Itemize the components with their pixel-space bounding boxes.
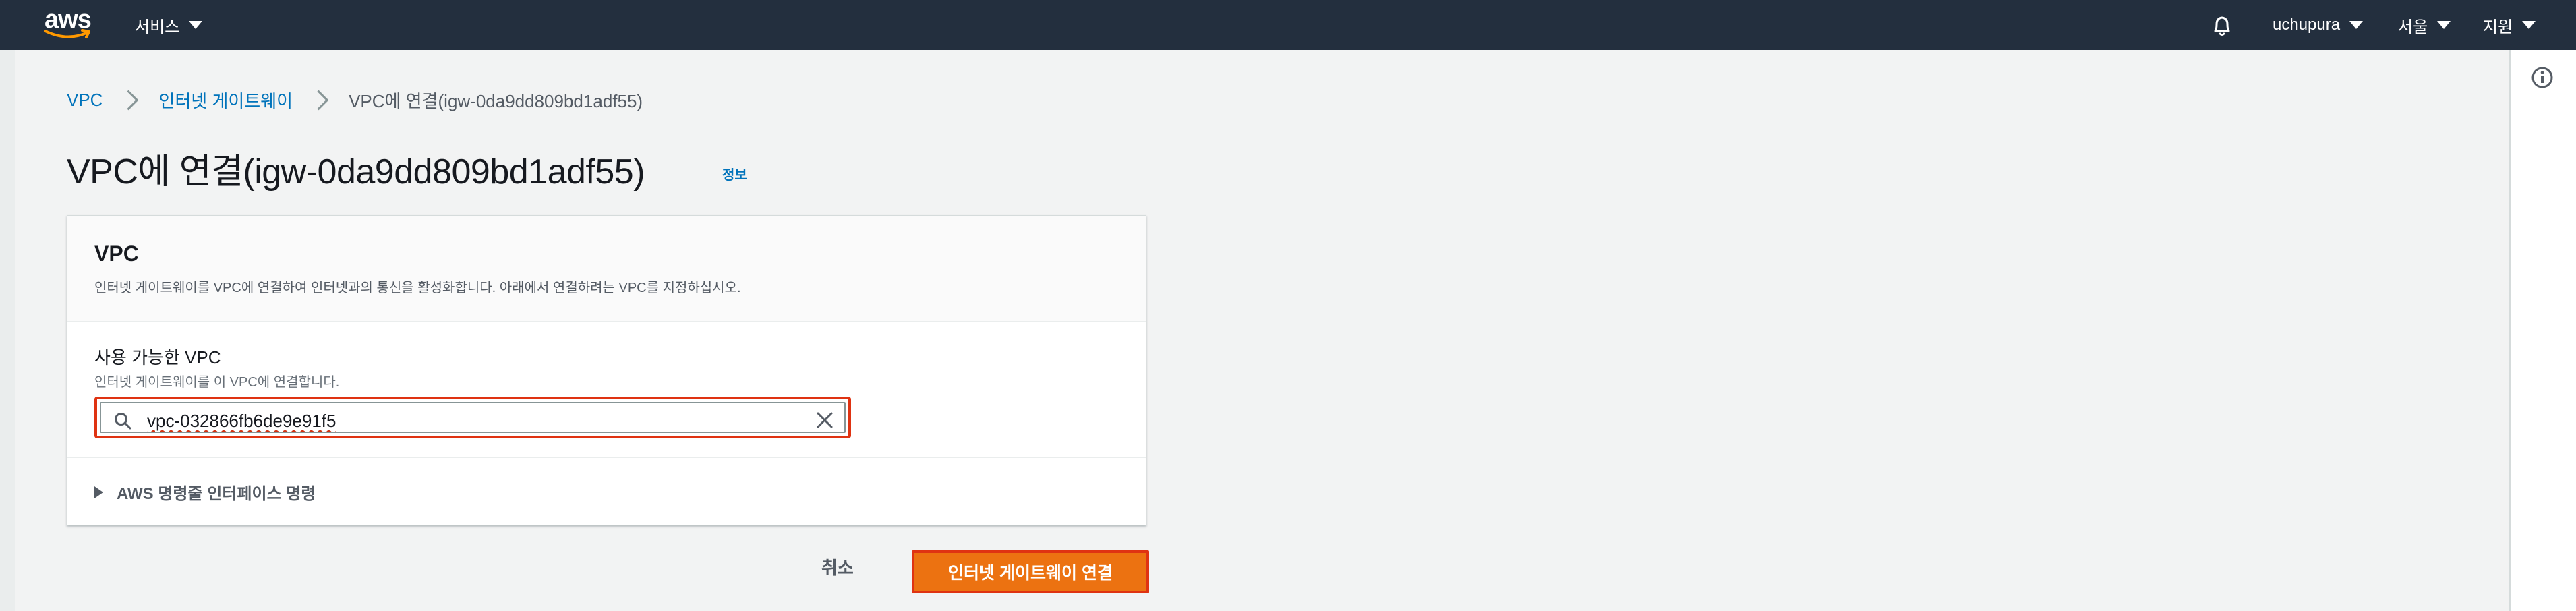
cancel-button[interactable]: 취소 [821, 554, 854, 579]
breadcrumb-igw-link[interactable]: 인터넷 게이트웨이 [158, 88, 293, 113]
account-menu[interactable]: uchupura [2273, 0, 2364, 50]
container-header: VPC 인터넷 게이트웨이를 VPC에 연결하여 인터넷과의 통신을 활성화합니… [67, 216, 1146, 322]
page-title: VPC에 연결(igw-0da9dd809bd1adf55) [67, 152, 645, 192]
chevron-right-icon [308, 90, 329, 111]
available-vpc-description: 인터넷 게이트웨이를 이 VPC에 연결합니다. [94, 375, 340, 390]
cli-command-label: AWS 명령줄 인터페이스 명령 [117, 485, 316, 503]
vpc-input-box[interactable] [100, 402, 846, 434]
tools-panel [2509, 50, 2576, 611]
bell-icon[interactable] [2208, 12, 2235, 39]
services-label: 서비스 [135, 18, 180, 36]
vpc-autosuggest[interactable] [94, 397, 851, 438]
vpc-search-input[interactable] [146, 407, 755, 434]
account-label: uchupura [2273, 16, 2341, 34]
caret-right-icon [94, 486, 103, 498]
top-navigation: aws 서비스 uchupura 서울 지원 [0, 0, 2576, 50]
search-icon [115, 413, 131, 430]
caret-down-icon [2437, 21, 2451, 29]
chevron-right-icon [119, 90, 139, 111]
region-label: 서울 [2398, 18, 2428, 36]
vpc-container: VPC 인터넷 게이트웨이를 VPC에 연결하여 인터넷과의 통신을 활성화합니… [67, 215, 1146, 525]
support-menu[interactable]: 지원 [2483, 0, 2536, 50]
breadcrumb: VPC 인터넷 게이트웨이 VPC에 연결(igw-0da9dd809bd1ad… [67, 88, 643, 113]
aws-smile-icon [44, 29, 90, 38]
services-menu[interactable]: 서비스 [135, 0, 203, 50]
cli-command-expander[interactable]: AWS 명령줄 인터페이스 명령 [94, 480, 316, 504]
attach-internet-gateway-button[interactable]: 인터넷 게이트웨이 연결 [912, 550, 1149, 593]
info-link[interactable]: 정보 [722, 164, 747, 183]
divider [67, 457, 1146, 458]
aws-logo[interactable]: aws [42, 4, 96, 42]
clear-icon[interactable] [815, 410, 835, 430]
region-menu[interactable]: 서울 [2398, 0, 2451, 50]
breadcrumb-vpc-link[interactable]: VPC [67, 90, 103, 111]
breadcrumb-current: VPC에 연결(igw-0da9dd809bd1adf55) [349, 91, 643, 111]
caret-down-icon [189, 21, 203, 29]
available-vpc-label: 사용 가능한 VPC [94, 347, 221, 368]
navigation-drawer-edge[interactable] [0, 50, 15, 611]
info-icon[interactable] [2531, 66, 2554, 89]
container-description: 인터넷 게이트웨이를 VPC에 연결하여 인터넷과의 통신을 활성화합니다. 아… [94, 281, 741, 295]
caret-down-icon [2349, 21, 2364, 29]
container-title: VPC [94, 241, 139, 266]
support-label: 지원 [2483, 18, 2513, 36]
caret-down-icon [2522, 21, 2536, 29]
